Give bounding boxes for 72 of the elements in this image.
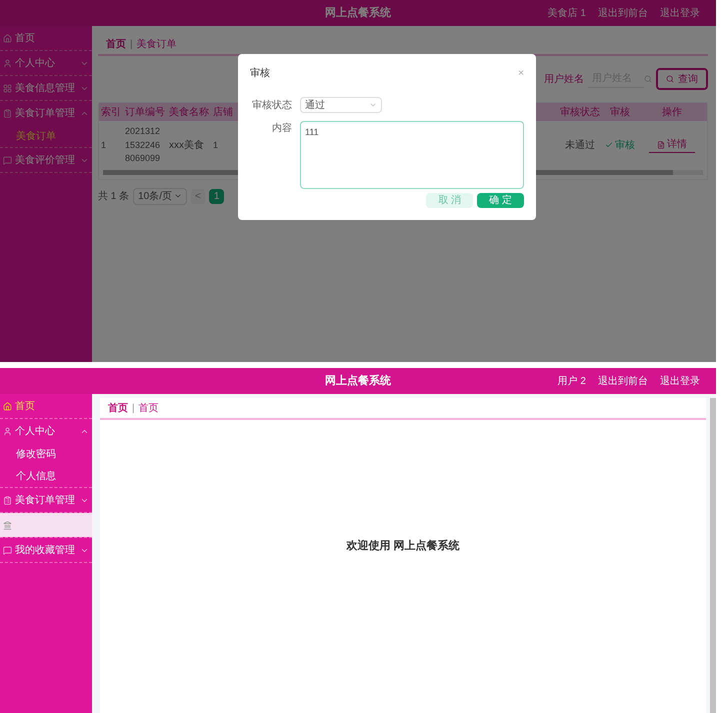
table-cell-text: xxx美食 <box>168 138 205 153</box>
welcome-heading: 欢迎使用 网上点餐系统 <box>346 538 460 554</box>
cancel-button[interactable]: 取 消 <box>426 193 474 208</box>
user-name: 美食店 1 <box>548 6 586 20</box>
menu-item[interactable]: 美食评价管理 <box>0 148 92 172</box>
menu-item[interactable]: 我的收藏管理 <box>0 538 92 562</box>
content-textarea[interactable]: 111 <box>300 121 524 189</box>
column-header: 审核 <box>609 106 631 120</box>
user-name: 用户 2 <box>558 374 586 388</box>
breadcrumb-current: 美食订单 <box>136 38 177 52</box>
menu-item[interactable]: 美食订单管理 <box>0 101 92 125</box>
table-cell-text: 2021312 1532246 8069099 <box>124 125 162 165</box>
review-button[interactable]: 审核 <box>605 138 635 153</box>
header-link[interactable]: 退出到前台 <box>598 374 648 388</box>
search-button[interactable]: 查询 <box>656 68 708 90</box>
header-link[interactable]: 退出登录 <box>660 6 700 20</box>
breadcrumb-separator: | <box>132 402 135 416</box>
menu-item[interactable]: 个人中心 <box>0 51 92 75</box>
check-icon <box>605 141 613 150</box>
search-label: 用户姓名 <box>544 72 584 86</box>
field-label: 内容 <box>271 122 292 136</box>
submenu-item[interactable]: 个人信息 <box>0 465 92 487</box>
column-header: 美食名称 <box>168 106 210 120</box>
breadcrumb-link[interactable]: 首页 <box>108 400 128 416</box>
column-header: 索引 <box>100 106 122 120</box>
search-icon <box>644 75 652 83</box>
chevron-down-icon <box>369 101 377 109</box>
menu-icon <box>3 156 12 164</box>
page-size-select[interactable]: 10条/页 <box>133 188 188 204</box>
menu-item[interactable]: 个人中心 <box>0 419 92 443</box>
detail-button[interactable]: 详情 <box>649 137 695 154</box>
menu-item[interactable] <box>0 513 92 537</box>
app-title: 网上点餐系统 <box>325 374 391 389</box>
status-select[interactable]: 通过 <box>300 97 382 113</box>
menu-item[interactable]: 美食订单管理 <box>0 488 92 512</box>
search-icon <box>666 75 674 83</box>
menu-icon <box>3 58 12 68</box>
chevron-down-icon <box>174 192 182 200</box>
menu-icon <box>3 84 12 92</box>
menu-item[interactable]: 美食信息管理 <box>0 76 92 100</box>
column-header: 操作 <box>661 106 683 120</box>
column-header: 订单编号 <box>124 106 166 120</box>
table-cell-text: 未通过 <box>564 138 596 153</box>
menu-icon <box>3 426 12 436</box>
menu-icon <box>3 496 12 504</box>
column-header: 审核状态 <box>559 106 601 120</box>
menu-item[interactable]: 首页 <box>0 26 92 50</box>
menu-icon <box>3 546 12 554</box>
submenu-item[interactable]: 修改密码 <box>0 443 92 465</box>
menu-icon <box>3 108 12 118</box>
breadcrumb-current: 首页 <box>138 402 159 416</box>
column-header: 店铺 <box>212 106 234 120</box>
menu-icon <box>3 402 12 410</box>
document-icon <box>657 140 665 149</box>
table-cell-text: 1 <box>212 138 220 152</box>
menu-icon <box>3 34 12 42</box>
submenu-item[interactable]: 美食订单 <box>0 125 92 147</box>
breadcrumb-link[interactable]: 首页 <box>106 36 126 52</box>
page-button[interactable]: 1 <box>208 188 224 204</box>
menu-icon <box>3 520 12 530</box>
dialog-title: 审核 <box>250 66 270 81</box>
field-label: 审核状态 <box>251 98 292 112</box>
previous-page-button[interactable]: < <box>191 188 205 204</box>
breadcrumb-separator: | <box>130 38 133 52</box>
header-link[interactable]: 退出登录 <box>660 374 700 388</box>
total-count: 共 1 条 <box>98 190 130 204</box>
confirm-button[interactable]: 确 定 <box>477 193 524 208</box>
menu-item[interactable]: 首页 <box>0 394 92 418</box>
app-title: 网上点餐系统 <box>325 6 391 21</box>
table-cell-text: 1 <box>100 138 108 152</box>
header-link[interactable]: 退出到前台 <box>598 6 648 20</box>
close-button[interactable]: × <box>518 68 524 78</box>
